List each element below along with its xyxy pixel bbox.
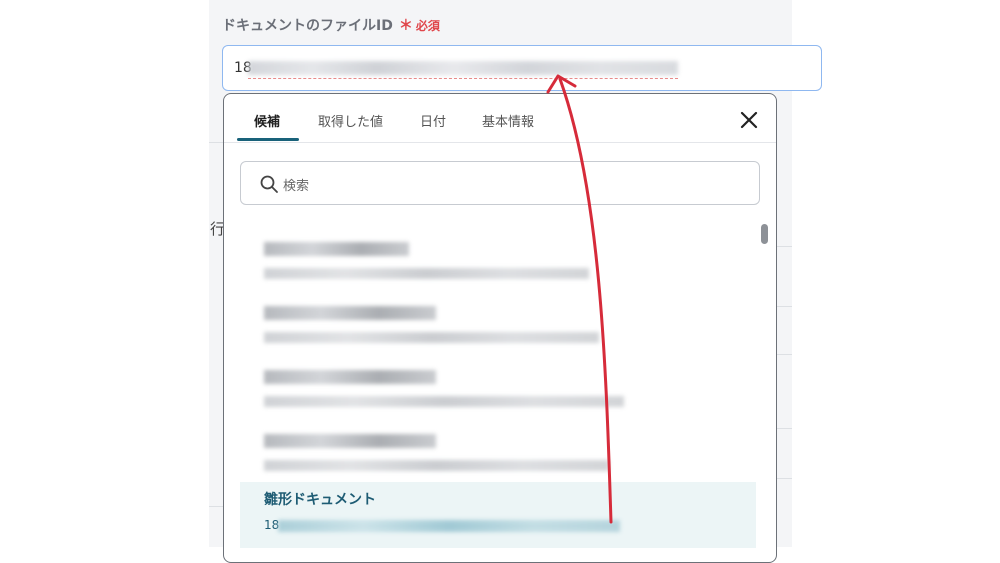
file-id-label: ドキュメントのファイルID ＊必須 xyxy=(222,15,440,35)
background-divider xyxy=(776,354,792,355)
list-item[interactable] xyxy=(240,426,756,486)
list-item-id-redacted xyxy=(264,460,609,471)
list-item-id-redacted xyxy=(264,268,589,279)
selected-item-id-prefix: 18 xyxy=(264,518,280,532)
list-item-title-redacted xyxy=(264,306,436,320)
tab-date[interactable]: 日付 xyxy=(420,111,446,130)
suggestion-panel: 候補 取得した値 日付 基本情報 検索 雛形ドキュメント 18 xyxy=(223,93,777,563)
panel-tabs: 候補 取得した値 日付 基本情報 xyxy=(224,94,776,143)
background-divider xyxy=(776,428,792,429)
background-divider xyxy=(209,142,223,143)
search-icon xyxy=(260,175,278,193)
required-text: 必須 xyxy=(415,19,440,33)
close-button[interactable] xyxy=(738,109,760,131)
list-item[interactable] xyxy=(240,298,756,358)
background-divider xyxy=(776,478,792,479)
required-mark: ＊ xyxy=(398,18,413,34)
active-tab-indicator xyxy=(237,138,299,141)
list-item-title-redacted xyxy=(264,434,436,448)
tab-retrieved-values[interactable]: 取得した値 xyxy=(318,111,383,130)
selected-item-title: 雛形ドキュメント xyxy=(264,492,376,508)
list-item-selected[interactable]: 雛形ドキュメント 18 xyxy=(240,482,756,548)
scrollbar[interactable] xyxy=(761,224,768,244)
background-divider xyxy=(776,306,792,307)
tab-candidates[interactable]: 候補 xyxy=(254,111,280,130)
list-item-id-redacted xyxy=(264,332,599,343)
list-item[interactable] xyxy=(240,234,756,294)
file-id-value-redacted xyxy=(248,61,678,75)
background-divider xyxy=(776,246,792,247)
file-id-input[interactable]: 18 xyxy=(222,45,822,91)
list-item-id-redacted xyxy=(264,396,624,407)
search-input[interactable]: 検索 xyxy=(240,161,760,205)
list-item-title-redacted xyxy=(264,242,409,256)
file-id-label-text: ドキュメントのファイルID xyxy=(222,18,393,34)
tab-basic-info[interactable]: 基本情報 xyxy=(482,111,534,130)
search-placeholder: 検索 xyxy=(283,179,310,194)
list-item-title-redacted xyxy=(264,370,436,384)
list-item[interactable] xyxy=(240,362,756,422)
spellcheck-underline xyxy=(248,78,678,79)
background-divider xyxy=(209,506,223,507)
selected-item-id-redacted xyxy=(278,520,620,532)
close-icon xyxy=(740,111,758,129)
